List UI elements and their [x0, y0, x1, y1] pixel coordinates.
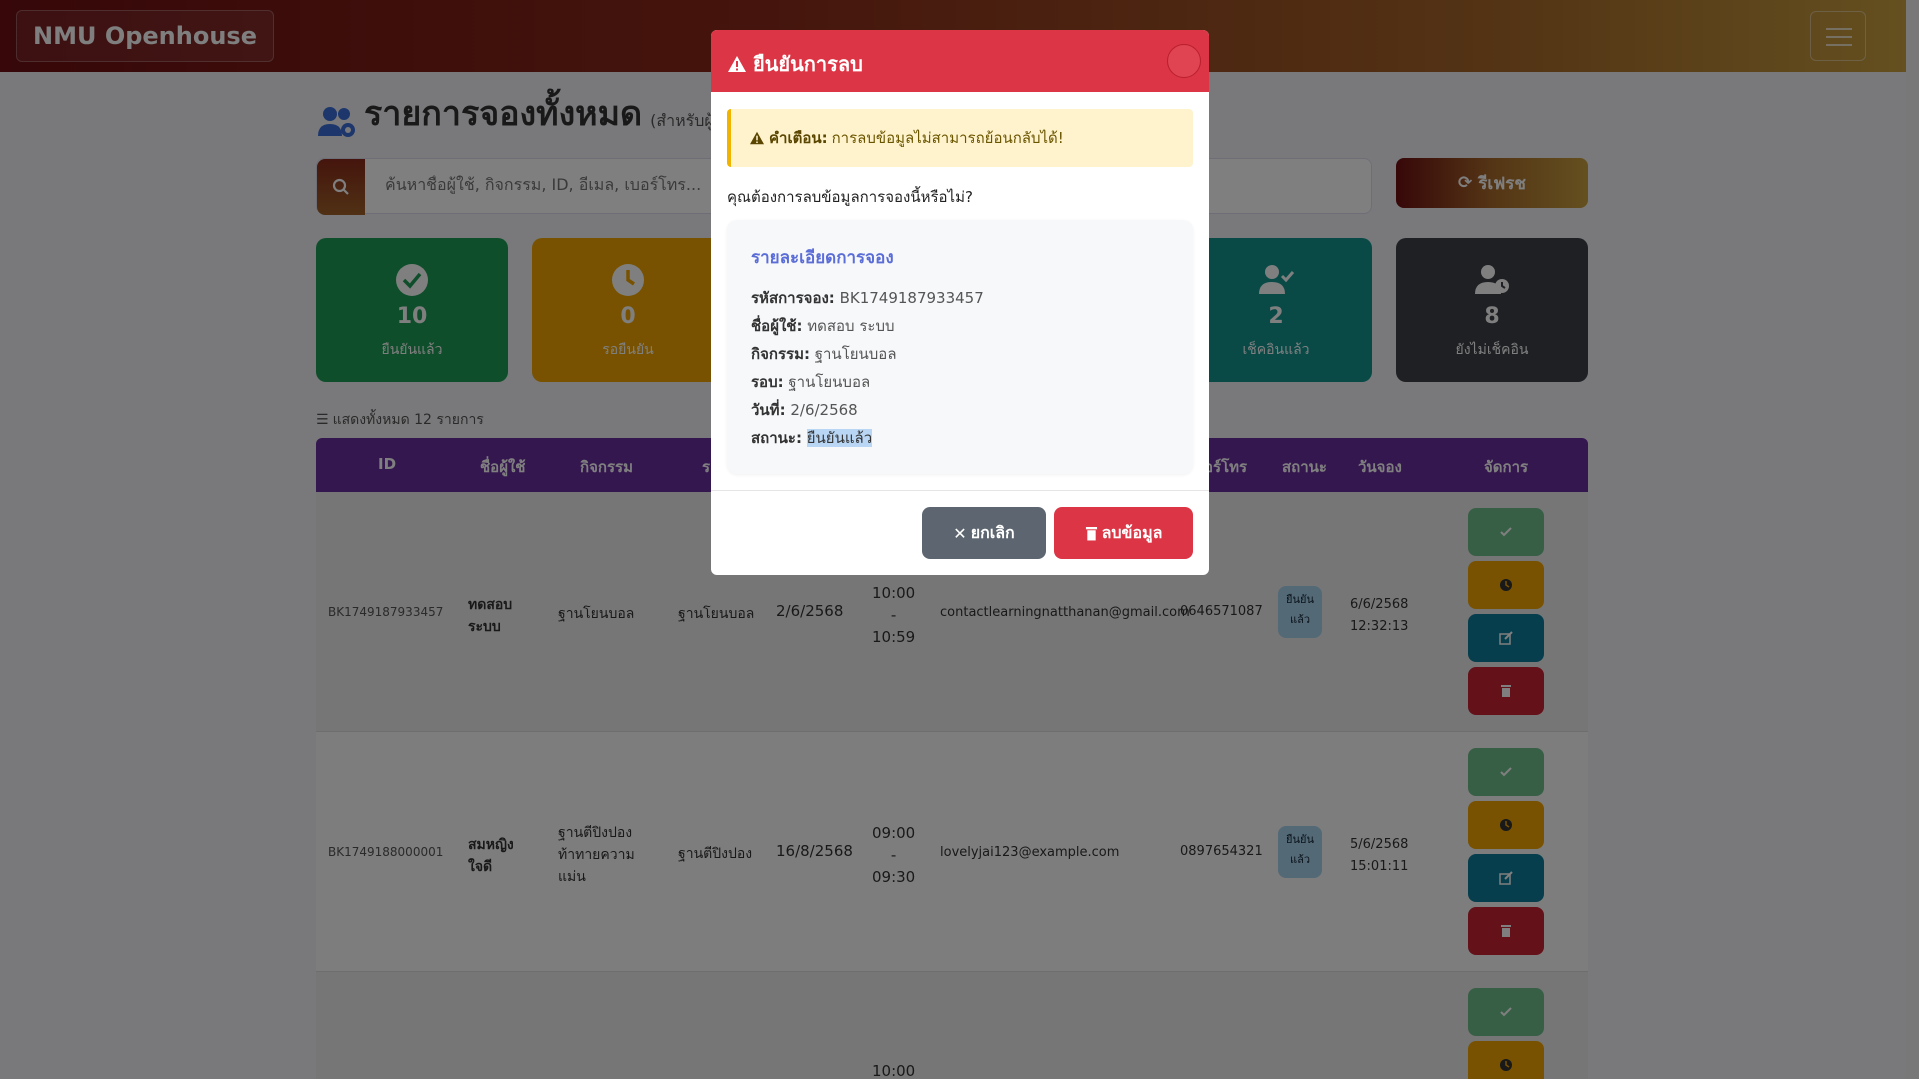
detail-label: รหัสการจอง: [751, 289, 835, 307]
trash-icon [1085, 526, 1097, 540]
detail-label: กิจกรรม: [751, 345, 810, 363]
warning-label: คำเตือน: [769, 129, 828, 147]
close-icon: ✕ [953, 523, 967, 543]
detail-value: BK1749187933457 [839, 289, 984, 307]
detail-row: วันที่: 2/6/2568 [751, 398, 858, 422]
confirm-question: คุณต้องการลบข้อมูลการจองนี้หรือไม่? [727, 188, 973, 206]
cancel-button[interactable]: ✕ ยกเลิก [922, 507, 1046, 559]
confirm-delete-button[interactable]: ลบข้อมูล [1054, 507, 1193, 559]
detail-label: สถานะ: [751, 429, 802, 447]
detail-value: ฐานโยนบอล [788, 373, 871, 391]
modal-header: ยืนยันการลบ [711, 30, 1209, 92]
modal-title-text: ยืนยันการลบ [753, 52, 863, 76]
warning-alert: คำเตือน: การลบข้อมูลไม่สามารถย้อนกลับได้… [727, 109, 1193, 167]
detail-row: รอบ: ฐานโยนบอล [751, 370, 870, 394]
booking-details-card: รายละเอียดการจอง รหัสการจอง: BK174918793… [727, 220, 1193, 474]
warning-text: การลบข้อมูลไม่สามารถย้อนกลับได้! [831, 129, 1064, 147]
detail-row: รหัสการจอง: BK1749187933457 [751, 286, 984, 310]
detail-row: กิจกรรม: ฐานโยนบอล [751, 342, 897, 366]
detail-row: ชื่อผู้ใช้: ทดสอบ ระบบ [751, 314, 895, 338]
detail-label: วันที่: [751, 401, 786, 419]
delete-confirm-modal: ยืนยันการลบ คำเตือน: การลบข้อมูลไม่สามาร… [711, 30, 1209, 575]
detail-label: ชื่อผู้ใช้: [751, 317, 803, 335]
detail-value: ทดสอบ ระบบ [807, 317, 895, 335]
detail-value: ฐานโยนบอล [814, 345, 897, 363]
delete-label: ลบข้อมูล [1101, 522, 1163, 542]
detail-label: รอบ: [751, 373, 784, 391]
detail-row: สถานะ: ยืนยันแล้ว [751, 426, 873, 450]
warning-icon [728, 56, 746, 72]
cancel-label: ยกเลิก [970, 522, 1015, 542]
close-button[interactable] [1167, 44, 1201, 78]
detail-value: ยืนยันแล้ว [806, 429, 873, 447]
detail-value: 2/6/2568 [790, 401, 858, 419]
warning-icon [750, 131, 764, 145]
modal-title: ยืนยันการลบ [727, 48, 863, 80]
details-heading: รายละเอียดการจอง [751, 248, 894, 268]
